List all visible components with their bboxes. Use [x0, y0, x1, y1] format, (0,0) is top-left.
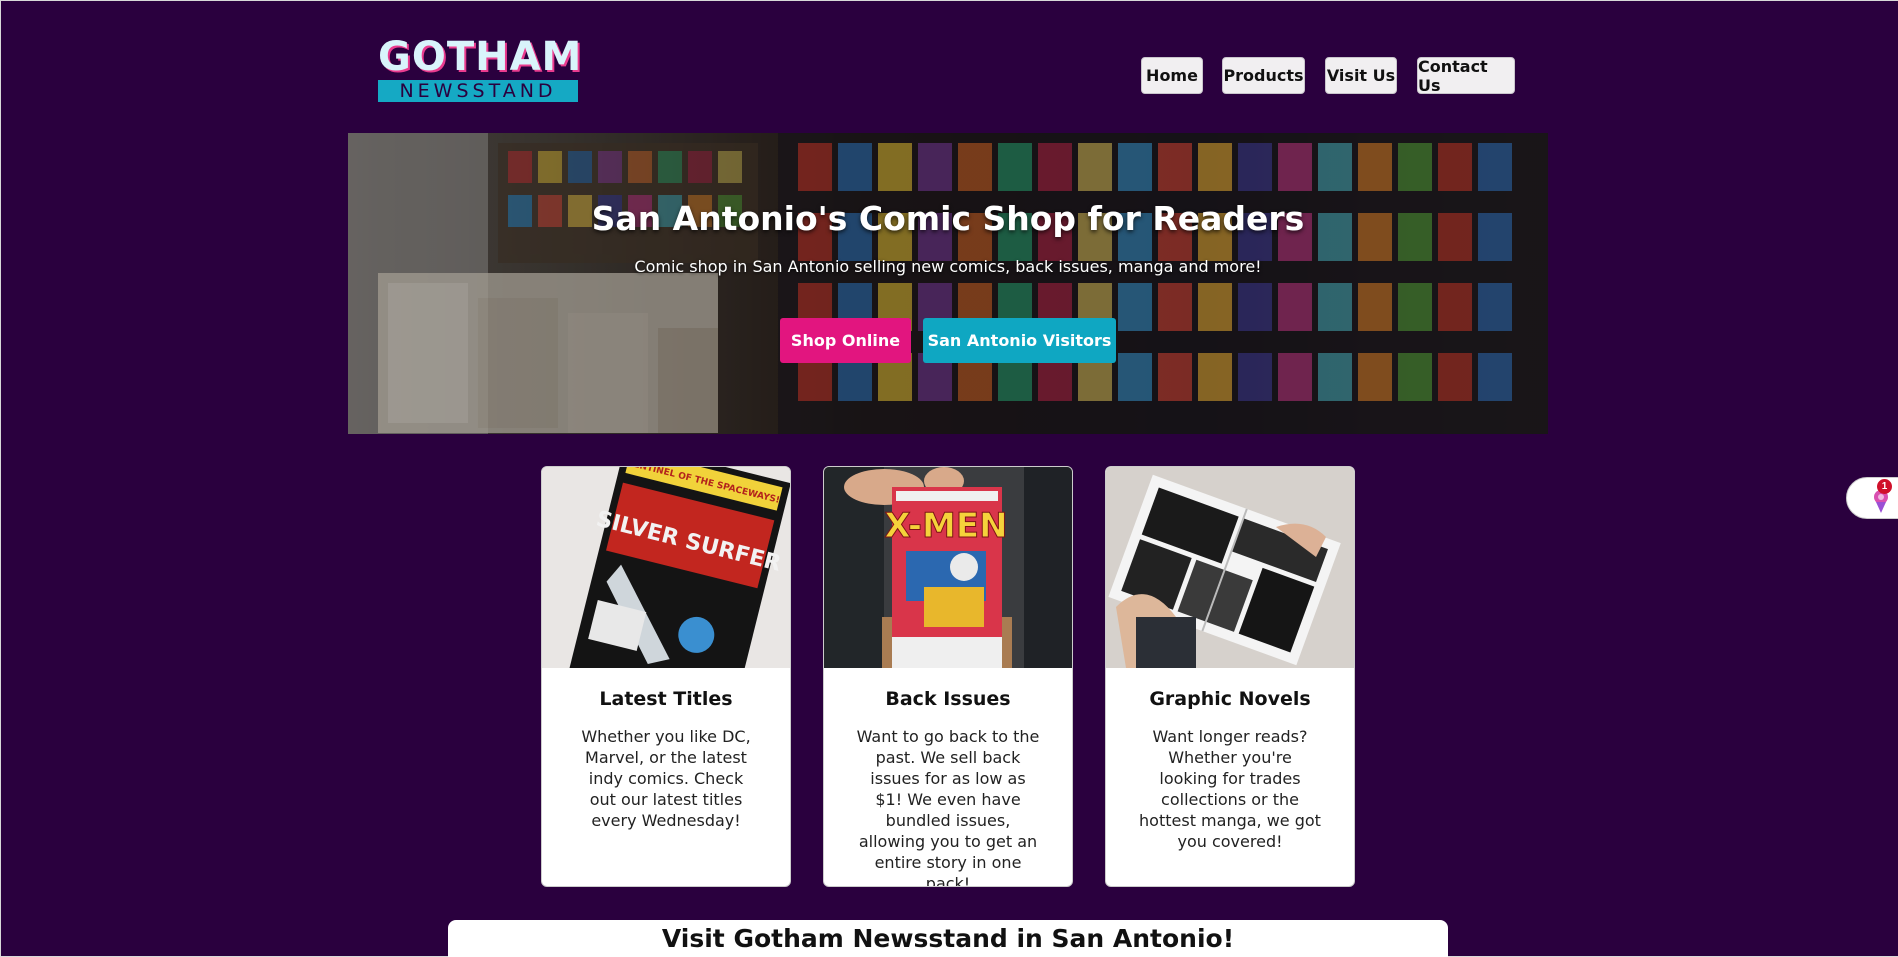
- card-text: Want to go back to the past. We sell bac…: [856, 727, 1040, 887]
- nav-visit-us-button[interactable]: Visit Us: [1325, 57, 1397, 94]
- hero-content: San Antonio's Comic Shop for Readers Com…: [348, 133, 1548, 434]
- nav-contact-us-button[interactable]: Contact Us: [1417, 57, 1515, 95]
- visit-section-title: Visit Gotham Newsstand in San Antonio!: [448, 920, 1448, 957]
- nav-home-button[interactable]: Home: [1141, 57, 1203, 94]
- card-graphic-novels: Graphic Novels Want longer reads? Whethe…: [1105, 466, 1355, 887]
- card-graphic-novels-image: [1106, 467, 1354, 668]
- logo-subtitle: NEWSSTAND: [378, 80, 578, 102]
- nav-products-button[interactable]: Products: [1222, 57, 1305, 94]
- hero-banner: San Antonio's Comic Shop for Readers Com…: [348, 133, 1548, 434]
- shop-online-button[interactable]: Shop Online: [780, 318, 911, 363]
- card-back-issues-image: X-MEN: [824, 467, 1072, 668]
- card-title: Back Issues: [885, 688, 1011, 710]
- hero-subtitle: Comic shop in San Antonio selling new co…: [634, 257, 1262, 276]
- side-widget[interactable]: 1: [1846, 477, 1898, 519]
- card-text: Whether you like DC, Marvel, or the late…: [581, 727, 751, 830]
- hero-title: San Antonio's Comic Shop for Readers: [591, 199, 1305, 238]
- card-text: Want longer reads? Whether you're lookin…: [1139, 727, 1321, 851]
- card-title: Graphic Novels: [1149, 688, 1311, 710]
- card-title: Latest Titles: [599, 688, 733, 710]
- san-antonio-visitors-button[interactable]: San Antonio Visitors: [923, 318, 1116, 363]
- card-latest-titles: SENTINEL OF THE SPACEWAYS! SILVER SURFER…: [541, 466, 791, 887]
- site-logo[interactable]: GOTHAM NEWSSTAND: [378, 34, 583, 103]
- x-men-logo-text: X-MEN: [884, 506, 1007, 546]
- notification-badge: 1: [1877, 479, 1892, 494]
- logo-wordmark: GOTHAM: [378, 34, 583, 80]
- card-back-issues: X-MEN Back Issues Want to go back to the…: [823, 466, 1073, 887]
- card-latest-titles-image: SENTINEL OF THE SPACEWAYS! SILVER SURFER: [542, 467, 790, 668]
